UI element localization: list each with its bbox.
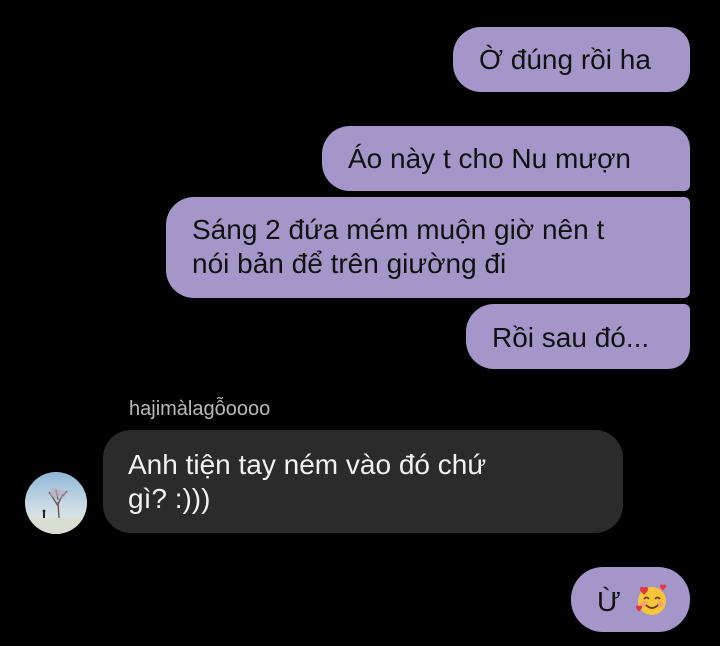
- message-text-line: Anh tiện tay ném vào đó chứ: [128, 449, 487, 480]
- message-text-line: gì? :))): [128, 483, 211, 514]
- outgoing-message-bubble[interactable]: Rồi sau đó...: [466, 304, 690, 369]
- avatar-image: [25, 472, 87, 534]
- incoming-message-bubble[interactable]: Anh tiện tay ném vào đó chứ gì? :))): [103, 430, 623, 533]
- sender-avatar[interactable]: [25, 472, 87, 534]
- outgoing-message-bubble[interactable]: Áo này t cho Nu mượn: [322, 126, 690, 191]
- message-text-line: Sáng 2 đứa mém muộn giờ nên t: [192, 214, 605, 245]
- smiling-face-with-hearts-icon: [635, 583, 669, 625]
- message-text: Ờ đúng rồi ha: [479, 44, 651, 75]
- sender-name: hajimàlagỗoooo: [129, 398, 271, 420]
- message-text: Ừ: [597, 586, 621, 617]
- outgoing-message-bubble[interactable]: Ừ: [571, 567, 690, 632]
- message-text: Rồi sau đó...: [492, 322, 650, 353]
- message-text-line: nói bản để trên giường đi: [192, 248, 507, 279]
- message-text: Áo này t cho Nu mượn: [348, 143, 632, 174]
- outgoing-message-bubble[interactable]: Sáng 2 đứa mém muộn giờ nên t nói bản để…: [166, 197, 690, 298]
- outgoing-message-bubble[interactable]: Ờ đúng rồi ha: [453, 27, 690, 92]
